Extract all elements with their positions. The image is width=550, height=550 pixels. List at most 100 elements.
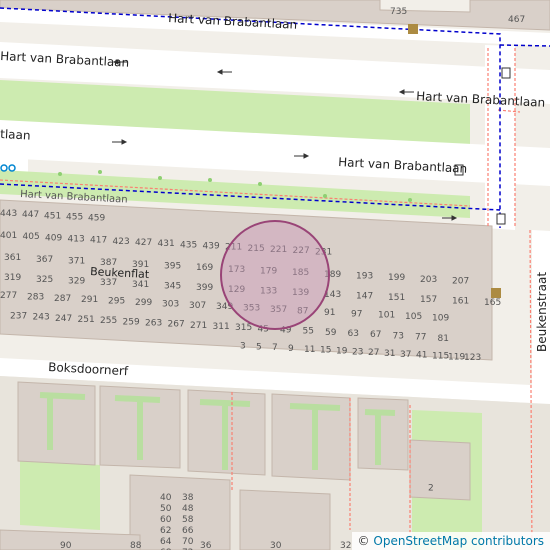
house-number: 60: [160, 515, 172, 525]
house-number: 459: [88, 214, 105, 224]
house-number: 451: [44, 211, 61, 221]
house-number: 299: [135, 298, 152, 308]
house-number: 267: [168, 320, 185, 330]
house-number: 443: [0, 209, 17, 219]
house-number: 259: [123, 317, 140, 327]
house-number: 243: [33, 313, 50, 323]
house-number: 109: [432, 313, 449, 323]
house-number: 193: [356, 272, 373, 282]
house-number: 161: [452, 297, 469, 307]
house-number: 30: [270, 541, 282, 550]
house-number: 203: [420, 275, 437, 285]
house-number: 115: [432, 351, 449, 361]
house-number: 435: [180, 240, 197, 250]
house-number: 67: [370, 330, 381, 340]
house-number: 23: [352, 347, 363, 357]
house-number: 101: [378, 311, 395, 321]
house-number: 417: [90, 236, 107, 246]
house-number: 97: [351, 309, 362, 319]
house-number: 63: [348, 329, 359, 339]
house-number: 81: [438, 334, 449, 344]
house-number: 70: [182, 537, 194, 547]
house-number: 151: [388, 293, 405, 303]
house-number: 413: [68, 235, 85, 245]
house-number: 405: [23, 232, 40, 242]
house-number: 147: [356, 292, 373, 302]
house-number: 123: [464, 353, 481, 363]
house-number: 311: [213, 322, 230, 332]
attribution: © OpenStreetMap contributors: [351, 532, 550, 550]
copyright-symbol: ©: [357, 534, 374, 548]
house-number: 90: [60, 541, 72, 550]
house-number: 91: [324, 308, 335, 318]
grass-lower-left: [20, 460, 100, 530]
location-marker[interactable]: [220, 220, 330, 330]
house-number: 66: [182, 526, 194, 536]
house-number: 439: [203, 242, 220, 252]
house-number: 329: [68, 277, 85, 287]
house-number: 361: [4, 253, 21, 263]
house-number: 237: [10, 312, 27, 322]
house-number: 9: [288, 344, 294, 354]
street-label-middle-left: tlaan: [0, 127, 31, 143]
house-number: 36: [200, 541, 212, 550]
house-number: 401: [0, 231, 17, 241]
house-number: 295: [108, 297, 125, 307]
house-number: 395: [164, 262, 181, 272]
house-number: 423: [113, 237, 130, 247]
house-number: 77: [415, 333, 426, 343]
house-number: 367: [36, 255, 53, 265]
house-number: 399: [196, 283, 213, 293]
osm-attribution-link[interactable]: OpenStreetMap contributors: [373, 534, 544, 548]
house-number: 283: [27, 292, 44, 302]
house-number: 15: [320, 346, 331, 356]
house-number: 64: [160, 537, 172, 547]
house-number: 447: [22, 210, 39, 220]
house-number: 315: [235, 323, 252, 333]
house-number: 105: [405, 312, 422, 322]
house-number: 5: [256, 342, 262, 352]
house-number: 119: [448, 352, 465, 362]
house-number: 431: [158, 239, 175, 249]
house-number: 303: [162, 299, 179, 309]
house-number: 207: [452, 277, 469, 287]
house-number: 287: [54, 294, 71, 304]
house-number: 37: [400, 350, 411, 360]
house-number: 371: [68, 257, 85, 267]
house-number: 32: [340, 541, 351, 550]
house-number: 157: [420, 295, 437, 305]
house-number: 31: [384, 349, 395, 359]
house-number: 345: [164, 282, 181, 292]
house-number: 337: [100, 278, 117, 288]
house-number: 467: [508, 15, 525, 25]
map-view[interactable]: Hart van Brabantlaan Hart van Brabantlaa…: [0, 0, 550, 550]
house-number: 62: [160, 526, 171, 536]
house-number: 7: [272, 343, 278, 353]
house-number: 391: [132, 260, 149, 270]
building-2: [409, 439, 471, 501]
house-number: 41: [416, 351, 427, 361]
house-number: 2: [428, 483, 434, 493]
house-number: 40: [160, 493, 172, 503]
house-number: 387: [100, 258, 117, 268]
house-number: 277: [0, 291, 17, 301]
house-number: 319: [4, 273, 21, 283]
house-number: 341: [132, 280, 149, 290]
house-number: 409: [45, 233, 62, 243]
house-number: 325: [36, 275, 53, 285]
house-number: 11: [304, 345, 315, 355]
house-number: 3: [240, 341, 246, 351]
house-number: 88: [130, 541, 142, 550]
house-number: 735: [390, 7, 407, 17]
house-number: 169: [196, 263, 213, 273]
house-number: 199: [388, 273, 405, 283]
house-number: 19: [336, 346, 348, 356]
house-number: 48: [182, 504, 194, 514]
house-number: 58: [182, 515, 194, 525]
street-label-beukenstraat: Beukenstraat: [535, 272, 549, 352]
house-number: 73: [393, 331, 404, 341]
house-number: 38: [182, 493, 194, 503]
house-number: 55: [303, 327, 314, 337]
house-number: 247: [55, 314, 72, 324]
house-number: 165: [484, 298, 501, 308]
